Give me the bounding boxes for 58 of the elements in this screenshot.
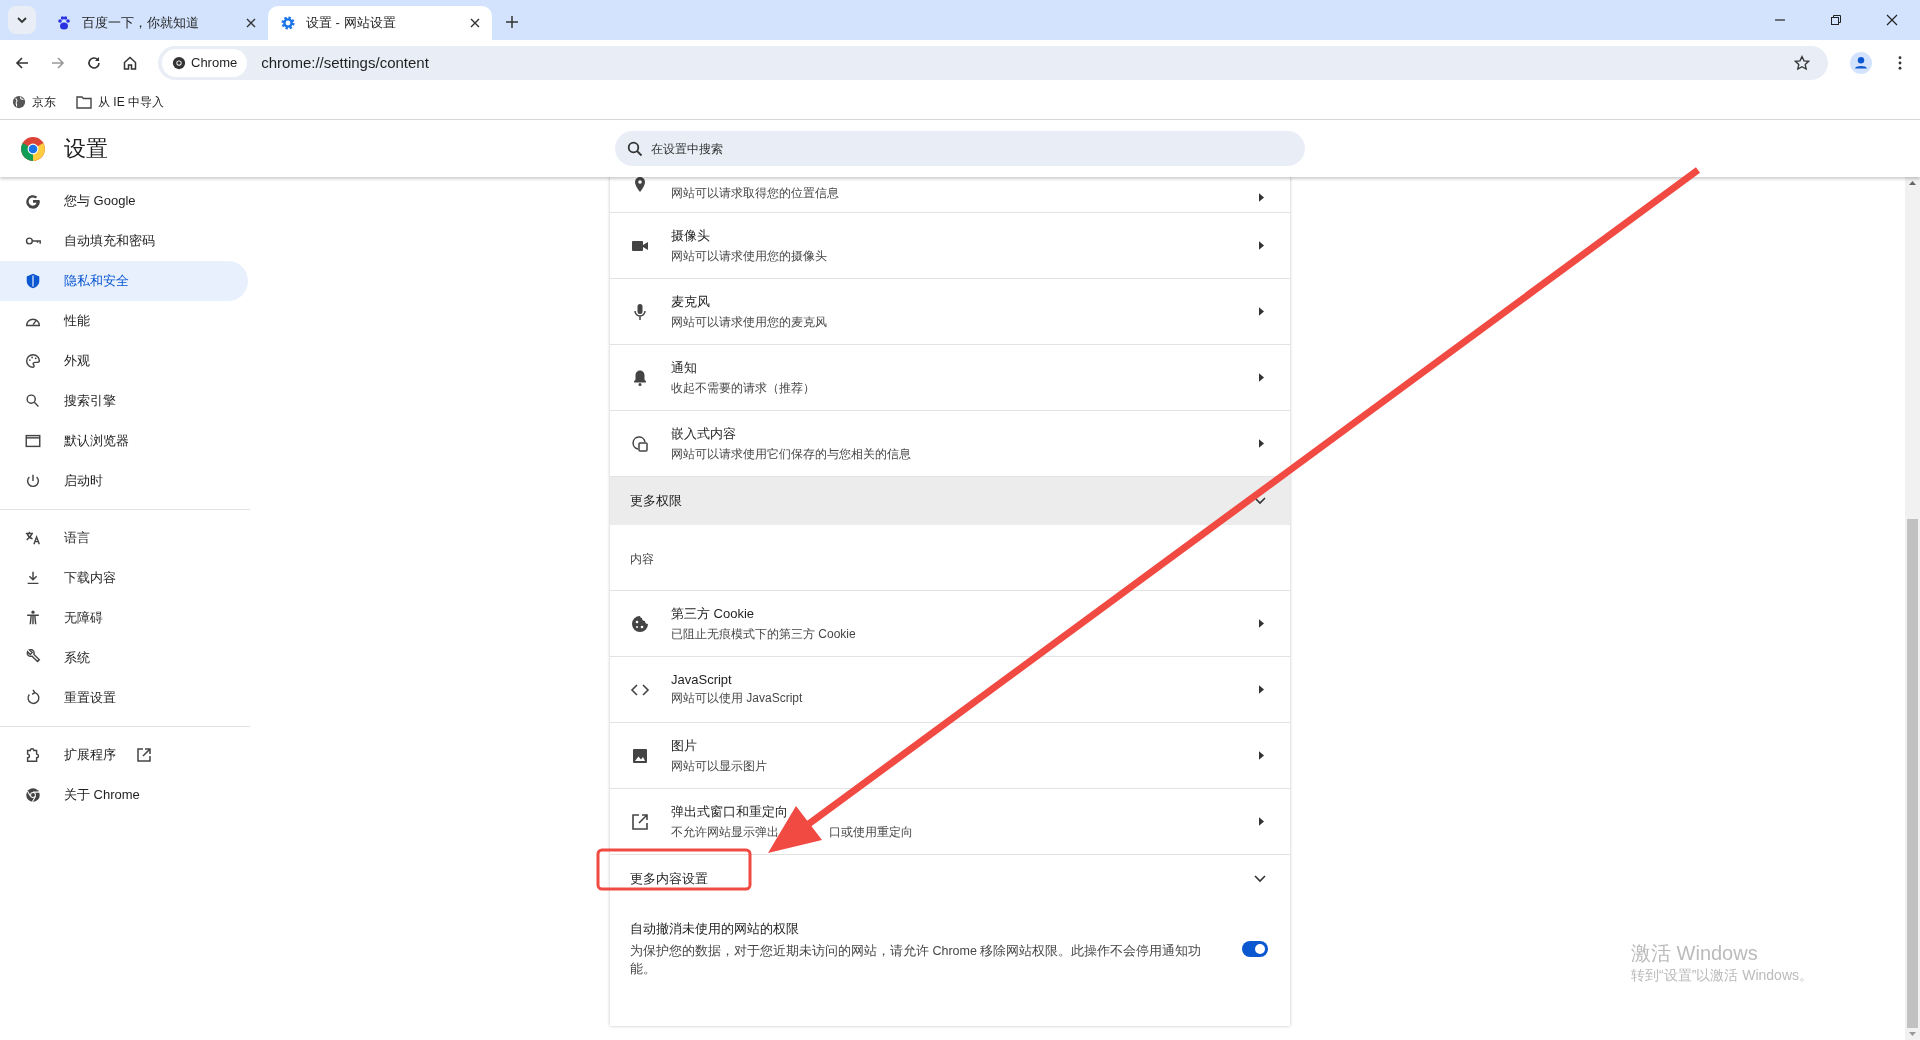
search-field[interactable]: 在设置中搜索 xyxy=(615,131,1305,166)
row-description: 口或使用重定向 xyxy=(829,823,913,841)
activation-text: 转到“设置”以激活 Windows。 xyxy=(1631,967,1813,985)
sidebar-item[interactable]: 语言 xyxy=(0,518,248,558)
row-title: 麦克风 xyxy=(671,292,711,311)
settings-row[interactable]: 第三方 Cookie 已阻止无痕模式下的第三方 Cookie xyxy=(610,591,1290,657)
row-description: 网站可以请求取得您的位置信息 xyxy=(671,185,839,202)
site-chip[interactable]: Chrome xyxy=(162,48,248,77)
settings-row[interactable]: 图片 网站可以显示图片 xyxy=(610,723,1290,789)
sidebar-item[interactable]: 性能 xyxy=(0,301,248,341)
section-heading: 内容 xyxy=(610,525,1290,591)
bookmark-item[interactable]: 从 IE 中导入 xyxy=(76,93,164,111)
settings-row[interactable]: JavaScript 网站可以使用 JavaScript xyxy=(610,657,1290,723)
settings-row[interactable]: 网站可以请求取得您的位置信息 xyxy=(610,177,1290,213)
expand-section[interactable]: 更多内容设置 xyxy=(610,855,1290,903)
bookmark-item[interactable]: 京东 xyxy=(12,93,56,111)
sidebar-item[interactable]: 自动填充和密码 xyxy=(0,221,248,261)
settings-row[interactable]: 麦克风 网站可以请求使用您的麦克风 xyxy=(610,279,1290,345)
row-description: 网站可以显示图片 xyxy=(671,757,767,775)
tab-title: 百度一下，你就知道 xyxy=(82,14,200,32)
sidebar-item[interactable]: 下载内容 xyxy=(0,558,248,598)
sidebar-item[interactable]: 默认浏览器 xyxy=(0,421,248,461)
sidebar-item[interactable]: 扩展程序 xyxy=(0,735,248,775)
sidebar-item[interactable]: 无障碍 xyxy=(0,598,248,638)
row-description: 网站可以请求使用它们保存的与您相关的信息 xyxy=(671,445,911,463)
setting-description: 为保护您的数据，对于您近期未访问的网站，请允许 Chrome 移除网站权限。此操作不会停用通知功能。 xyxy=(630,942,1202,979)
browser-tab[interactable]: 设置 - 网站设置 xyxy=(268,6,492,40)
sidebar-item[interactable]: 系统 xyxy=(0,638,248,678)
expand-section[interactable]: 更多权限 xyxy=(610,477,1290,525)
sidebar-item[interactable]: 外观 xyxy=(0,341,248,381)
row-title: 图片 xyxy=(671,736,698,755)
row-title: JavaScript xyxy=(671,672,733,687)
row-title: 摄像头 xyxy=(671,226,711,245)
sidebar-item[interactable]: 隐私和安全 xyxy=(0,261,248,301)
sidebar-item[interactable]: 关于 Chrome xyxy=(0,775,248,815)
row-title: 弹出式窗口和重定向 xyxy=(671,802,789,821)
setting-title: 自动撤消未使用的网站的权限 xyxy=(630,920,800,938)
settings-row[interactable]: 摄像头 网站可以请求使用您的摄像头 xyxy=(610,213,1290,279)
sidebar-item[interactable]: 启动时 xyxy=(0,461,248,501)
settings-row[interactable]: 通知 收起不需要的请求（推荐） xyxy=(610,345,1290,411)
browser-tab[interactable]: 百度一下，你就知道 xyxy=(44,6,268,40)
row-description: 不允许网站显示弹出 xyxy=(671,823,779,841)
sidebar-item[interactable]: 重置设置 xyxy=(0,678,248,718)
row-description: 网站可以请求使用您的摄像头 xyxy=(671,247,827,265)
row-description: 网站可以使用 JavaScript xyxy=(671,690,803,707)
row-title: 嵌入式内容 xyxy=(671,424,737,443)
row-description: 收起不需要的请求（推荐） xyxy=(671,379,815,397)
activation-title: 激活 Windows xyxy=(1631,941,1759,966)
address-bar[interactable]: Chrome chrome://settings/content xyxy=(158,45,1828,80)
page-title: 设置 xyxy=(64,134,108,163)
row-title: 第三方 Cookie xyxy=(671,604,756,623)
url-text: chrome://settings/content xyxy=(261,54,429,71)
sidebar-item[interactable]: 您与 Google xyxy=(0,181,248,221)
tab-title: 设置 - 网站设置 xyxy=(306,14,397,32)
row-description: 已阻止无痕模式下的第三方 Cookie xyxy=(671,625,856,643)
row-title: 通知 xyxy=(671,358,698,377)
sidebar-item[interactable]: 搜索引擎 xyxy=(0,381,248,421)
row-description: 网站可以请求使用您的麦克风 xyxy=(671,313,827,331)
